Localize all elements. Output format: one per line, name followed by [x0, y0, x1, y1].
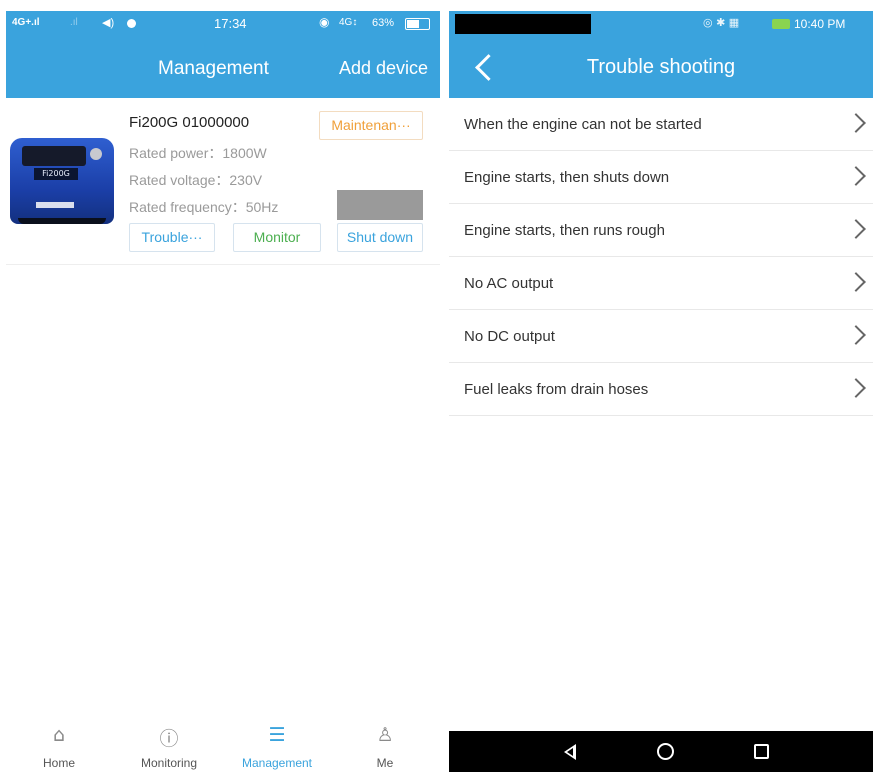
status-placeholder-block: [337, 190, 423, 220]
troubleshooting-list: When the engine can not be started Engin…: [449, 98, 873, 416]
list-item[interactable]: Fuel leaks from drain hoses: [449, 363, 873, 416]
system-nav-bar: [449, 731, 873, 772]
list-item-label: No AC output: [464, 275, 554, 292]
battery-icon: [405, 18, 430, 30]
tab-management[interactable]: ☰ Management: [222, 716, 332, 772]
page-title: Trouble shooting: [586, 56, 736, 78]
network-indicator: 4G↕: [339, 17, 358, 28]
home-icon: ⌂: [52, 724, 66, 746]
alarm-icon: ◉: [319, 15, 330, 29]
app-header: Management Add device: [6, 37, 440, 98]
tab-home[interactable]: ⌂ Home: [4, 716, 114, 772]
bottom-tab-bar: ⌂ Home ⓘ Monitoring ☰ Management ♙ Me: [0, 716, 440, 772]
chevron-right-icon: [846, 166, 866, 186]
list-item[interactable]: When the engine can not be started: [449, 98, 873, 151]
tab-monitoring[interactable]: ⓘ Monitoring: [114, 716, 224, 772]
battery-icon: [772, 19, 790, 29]
device-card: Fi200G Fi200G 01000000 Rated power：1800W…: [6, 98, 440, 265]
troubleshooting-screen: ◎ ✱ ▦ 10:40 PM Trouble shooting When the…: [449, 0, 873, 772]
list-item-label: Fuel leaks from drain hoses: [464, 381, 649, 398]
status-time: 10:40 PM: [794, 17, 846, 31]
chevron-right-icon: [846, 219, 866, 239]
page-title: Management: [158, 58, 269, 79]
maintenance-button[interactable]: Maintenan···: [319, 111, 423, 140]
chevron-right-icon: [846, 113, 866, 133]
troubleshooting-button[interactable]: Trouble···: [129, 223, 215, 252]
generator-stripe: [36, 202, 74, 208]
management-screen: 4G+.ıl .ıl ◀) 17:34 ◉ 4G↕ 63% Management…: [0, 0, 440, 772]
list-item[interactable]: Engine starts, then runs rough: [449, 204, 873, 257]
tab-label: Monitoring: [140, 756, 198, 770]
nav-home-icon[interactable]: [657, 743, 674, 760]
generator-knob: [90, 148, 102, 160]
status-bar: ◎ ✱ ▦ 10:40 PM: [449, 11, 873, 37]
sliders-icon: ☰: [268, 724, 286, 746]
list-item-label: When the engine can not be started: [464, 116, 702, 133]
generator-panel: [22, 146, 86, 166]
chevron-right-icon: [846, 272, 866, 292]
rated-power: Rated power：1800W: [129, 145, 267, 161]
tab-label: Home: [42, 756, 75, 770]
list-item[interactable]: No DC output: [449, 310, 873, 363]
chevron-right-icon: [846, 378, 866, 398]
battery-level: [407, 20, 420, 28]
rated-frequency: Rated frequency：50Hz: [129, 199, 279, 215]
list-item-label: Engine starts, then runs rough: [464, 222, 665, 239]
chevron-right-icon: [846, 325, 866, 345]
tab-label: Management: [241, 756, 313, 770]
generator-base: [18, 218, 106, 224]
generator-image: Fi200G: [10, 138, 114, 224]
shutdown-button[interactable]: Shut down: [337, 223, 423, 252]
status-icons: ◎ ✱ ▦: [703, 16, 740, 29]
list-item[interactable]: No AC output: [449, 257, 873, 310]
info-circle-icon: ⓘ: [159, 728, 179, 750]
list-item-label: No DC output: [464, 328, 555, 345]
rated-voltage: Rated voltage：230V: [129, 172, 263, 188]
battery-percent: 63%: [372, 17, 395, 29]
speaker-icon: ◀): [102, 17, 115, 29]
list-item-label: Engine starts, then shuts down: [464, 169, 670, 186]
nav-back-icon[interactable]: [560, 743, 578, 761]
signal-indicator-secondary: .ıl: [70, 17, 78, 28]
person-icon: ♙: [376, 724, 394, 746]
generator-logo: Fi200G: [34, 168, 78, 180]
status-bar: 4G+.ıl .ıl ◀) 17:34 ◉ 4G↕ 63%: [6, 11, 440, 37]
notification-dot-icon: [127, 19, 136, 28]
tab-me[interactable]: ♙ Me: [330, 716, 440, 772]
monitor-button[interactable]: Monitor: [233, 223, 321, 252]
redacted-area: [455, 14, 591, 34]
app-header: Trouble shooting: [449, 37, 873, 98]
tab-label: Me: [376, 756, 394, 770]
signal-indicator: 4G+.ıl: [12, 17, 40, 28]
status-time: 17:34: [214, 16, 247, 31]
device-name: Fi200G 01000000: [129, 114, 250, 131]
add-device-button[interactable]: Add device: [339, 58, 428, 79]
list-item[interactable]: Engine starts, then shuts down: [449, 151, 873, 204]
nav-recent-apps-icon[interactable]: [754, 744, 769, 759]
